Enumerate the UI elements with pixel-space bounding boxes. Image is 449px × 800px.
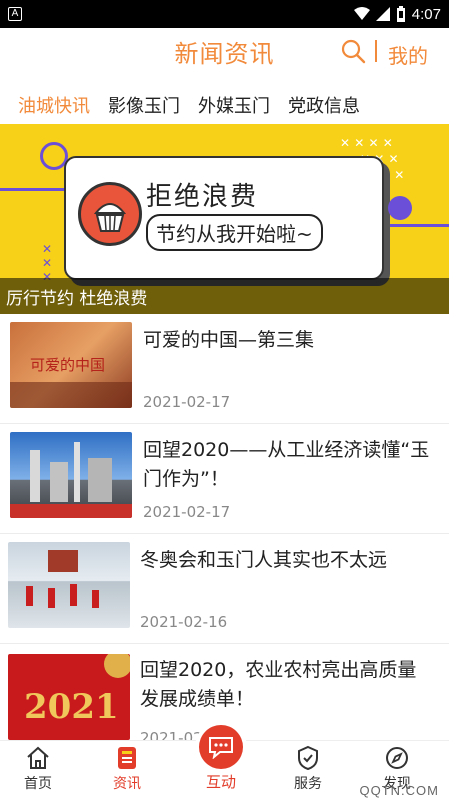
thumbnail-caption: 2021 (24, 687, 119, 727)
search-icon[interactable] (340, 38, 366, 64)
banner-card: 拒绝浪费 节约从我开始啦~ (64, 156, 384, 280)
nav-interact-label: 互动 (205, 773, 236, 791)
news-date: 2021-02-17 (143, 503, 231, 521)
news-item[interactable]: 回望2020——从工业经济读懂“玉门作为”！ 2021-02-17 (0, 424, 449, 534)
header-divider (375, 40, 377, 62)
nav-service[interactable]: 服务 (278, 745, 338, 793)
thumbnail-caption: 可爱的中国 (30, 356, 105, 374)
nav-news[interactable]: 资讯 (97, 745, 157, 793)
tab-foreign-media[interactable]: 外媒玉门 (180, 84, 270, 124)
app-header: 新闻资讯 我的 (0, 28, 449, 76)
decor-line (384, 224, 449, 227)
banner-carousel[interactable]: ✕ ✕ ✕ ✕ ✕ ✕ ✕ ✕ ✕ ✕✕✕ 拒绝浪费 节约从我开始啦~ 厉行节约… (0, 124, 449, 314)
wifi-icon (353, 7, 370, 20)
decor-line (0, 188, 64, 191)
mine-button[interactable]: 我的 (388, 40, 428, 69)
nav-news-label: 资讯 (113, 776, 141, 792)
nav-home-label: 首页 (24, 776, 52, 792)
news-title: 回望2020——从工业经济读懂“玉门作为”！ (143, 439, 430, 490)
banner-caption: 厉行节约 杜绝浪费 (0, 278, 449, 314)
home-icon (27, 746, 49, 769)
news-date: 2021-02-16 (140, 613, 228, 631)
news-thumbnail: 2021 (8, 654, 130, 740)
news-title: 可爱的中国—第三集 (143, 329, 315, 351)
news-thumbnail (8, 542, 130, 628)
status-time: 4:07 (411, 5, 441, 23)
news-title: 冬奥会和玉门人其实也不太远 (140, 549, 388, 571)
notification-icon: A (8, 7, 22, 21)
tab-party-info[interactable]: 党政信息 (270, 84, 360, 124)
shield-check-icon (298, 745, 318, 771)
tab-youcheng-news[interactable]: 油城快讯 (0, 84, 90, 124)
chat-icon (199, 725, 243, 769)
banner-subheadline: 节约从我开始啦~ (146, 214, 323, 251)
watermark: QQTN.COM (359, 783, 439, 798)
news-list: 可爱的中国 可爱的中国—第三集 2021-02-17 回望2020——从工业经济… (0, 314, 449, 754)
news-icon (118, 747, 136, 769)
nav-home[interactable]: 首页 (8, 745, 68, 793)
news-date: 2021-02-17 (143, 393, 231, 411)
cupcake-icon (78, 182, 142, 246)
signal-icon (375, 7, 390, 21)
category-tabs: 油城快讯 影像玉门 外媒玉门 党政信息 (0, 84, 449, 124)
nav-interact[interactable]: 互动 (192, 725, 250, 792)
news-item[interactable]: 可爱的中国 可爱的中国—第三集 2021-02-17 (0, 314, 449, 424)
nav-service-label: 服务 (294, 776, 322, 792)
news-item[interactable]: 冬奥会和玉门人其实也不太远 2021-02-16 (0, 534, 449, 644)
news-title: 回望2020，农业农村亮出高质量发展成绩单！ (140, 659, 417, 710)
status-bar: A 4:07 (0, 0, 449, 28)
page-title: 新闻资讯 (174, 40, 275, 68)
news-thumbnail (10, 432, 132, 518)
banner-headline: 拒绝浪费 (146, 182, 259, 212)
decor-cross: ✕ ✕ ✕ ✕ (340, 136, 393, 150)
battery-icon (396, 6, 405, 22)
bottom-navigation: 首页 资讯 互动 服务 发现 QQTN.COM (0, 725, 449, 800)
compass-icon (386, 747, 408, 769)
tab-yumen-images[interactable]: 影像玉门 (90, 84, 180, 124)
news-thumbnail: 可爱的中国 (10, 322, 132, 408)
decor-dot (388, 196, 412, 220)
